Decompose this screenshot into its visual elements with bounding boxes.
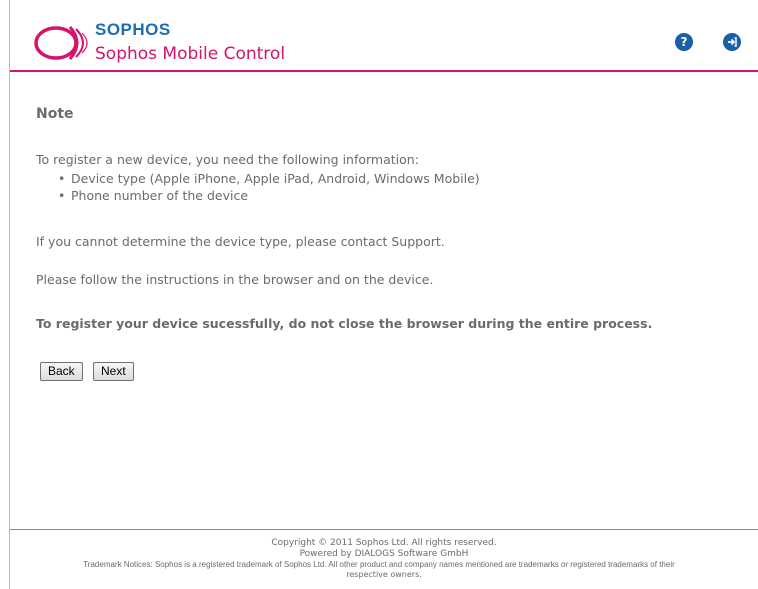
list-item: • Phone number of the device bbox=[58, 188, 249, 203]
page-frame: SOPHOS Sophos Mobile Control ? Note To r… bbox=[9, 0, 758, 589]
help-icon[interactable]: ? bbox=[675, 33, 693, 51]
requirements-list: • Device type (Apple iPhone, Apple iPad, … bbox=[58, 170, 480, 204]
logout-icon[interactable] bbox=[723, 33, 741, 51]
app-header: SOPHOS Sophos Mobile Control ? bbox=[10, 0, 758, 72]
instructions-text: Please follow the instructions in the br… bbox=[36, 272, 434, 287]
list-item: • Device type (Apple iPhone, Apple iPad, … bbox=[58, 171, 480, 186]
back-button[interactable]: Back bbox=[40, 362, 83, 381]
powered-by-text: Powered by DIALOGS Software GmbH bbox=[299, 549, 469, 559]
trademark-text-cont: respective owners. bbox=[346, 570, 422, 579]
intro-text: To register a new device, you need the f… bbox=[36, 152, 419, 167]
product-name: Sophos Mobile Control bbox=[95, 44, 286, 64]
brand-name: SOPHOS bbox=[95, 20, 171, 39]
page-footer: Copyright © 2011 Sophos Ltd. All rights … bbox=[10, 529, 758, 579]
support-text: If you cannot determine the device type,… bbox=[36, 234, 445, 249]
warning-text: To register your device sucessfully, do … bbox=[36, 316, 653, 331]
copyright-text: Copyright © 2011 Sophos Ltd. All rights … bbox=[271, 538, 497, 548]
trademark-text: Trademark Notices: Sophos is a registere… bbox=[83, 560, 675, 569]
sophos-logo-icon bbox=[34, 26, 88, 60]
page-title: Note bbox=[36, 106, 74, 122]
next-button[interactable]: Next bbox=[93, 362, 134, 381]
